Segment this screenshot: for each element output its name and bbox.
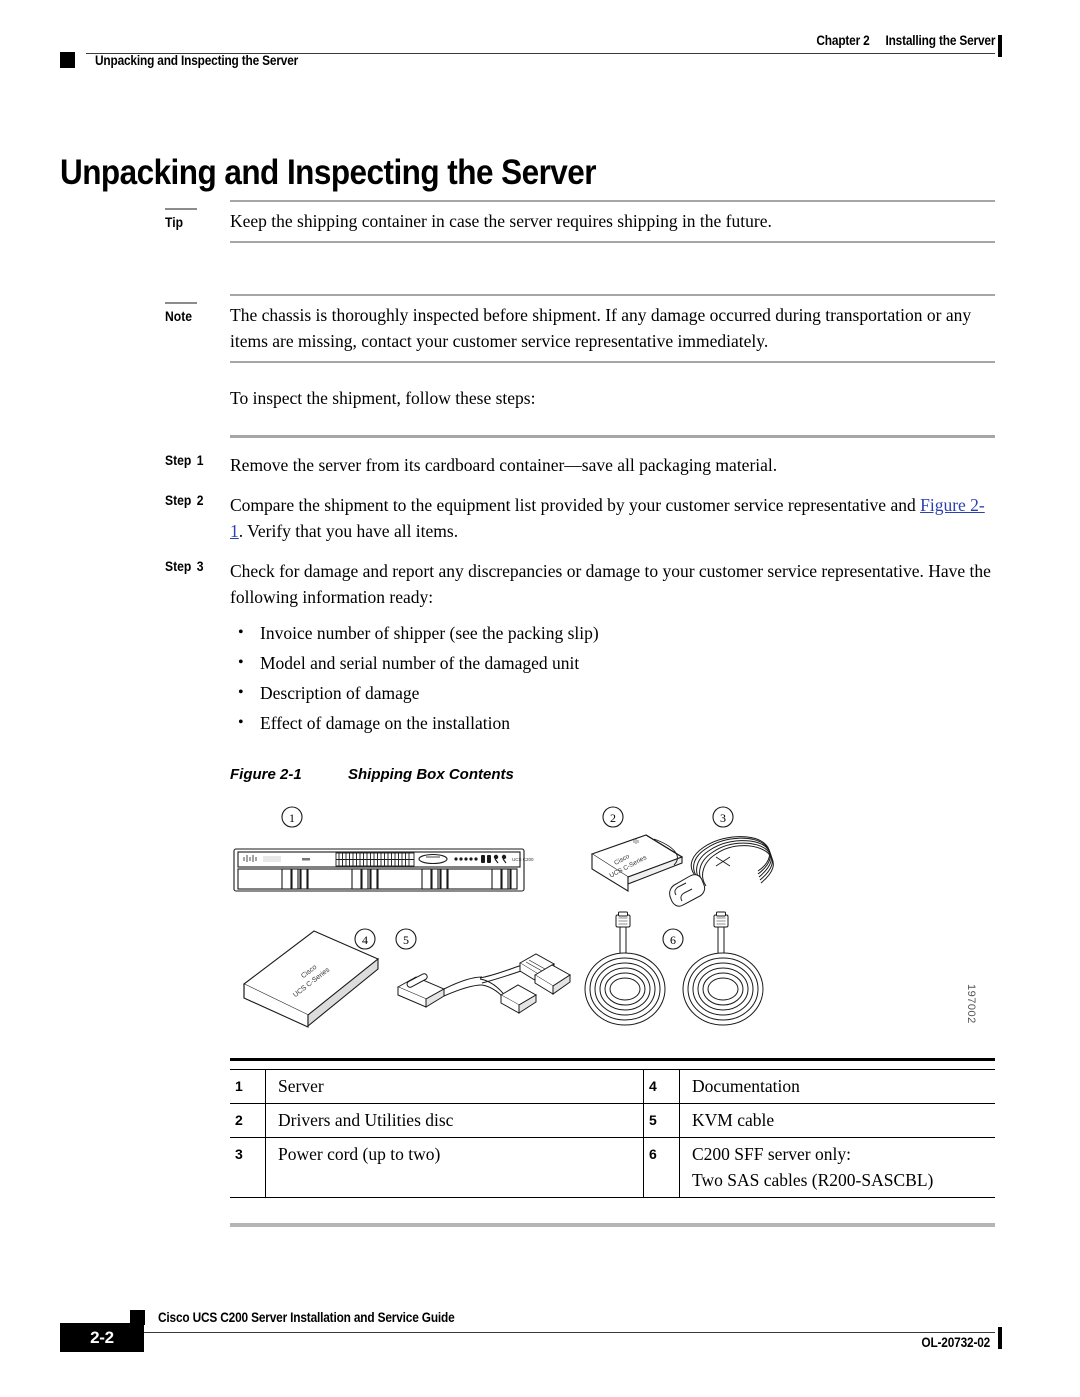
callout-6: 6 <box>670 933 676 947</box>
footer-doc-id: OL-20732-02 <box>921 1335 990 1350</box>
legend-num-4: 4 <box>643 1069 680 1104</box>
legend-top-rule <box>230 1058 995 1061</box>
damage-info-list: Invoice number of shipper (see the packi… <box>230 618 995 738</box>
table-row: 2 Drivers and Utilities disc 5 KVM cable <box>230 1103 995 1138</box>
legend-num-5: 5 <box>643 1103 680 1138</box>
footer-rule <box>86 1332 995 1333</box>
list-item: Model and serial number of the damaged u… <box>230 648 995 678</box>
footer-end-bar <box>998 1327 1002 1349</box>
step-1-text: Remove the server from its cardboard con… <box>230 455 778 475</box>
header-chapter-number: Chapter 2 <box>816 33 870 48</box>
step-3-text: Check for damage and report any discrepa… <box>230 561 991 607</box>
note-label-rule <box>165 302 197 304</box>
callout-2: 2 <box>610 811 616 825</box>
step-3-number: 3 <box>196 559 204 574</box>
note-admonition: Note The chassis is thoroughly inspected… <box>165 294 995 363</box>
legend-text-5: KVM cable <box>679 1103 995 1138</box>
callout-5: 5 <box>403 933 409 947</box>
table-row: 3 Power cord (up to two) 6 C200 SFF serv… <box>230 1137 995 1198</box>
note-label: Note <box>165 309 192 324</box>
header-chapter-info: Chapter 2 Installing the Server <box>816 33 995 48</box>
page-title: Unpacking and Inspecting the Server <box>60 153 597 193</box>
table-row: 1 Server 4 Documentation <box>230 1069 995 1104</box>
step-3-label-word: Step <box>165 559 192 574</box>
step-3-label: Step 3 <box>165 559 204 574</box>
header-chapter-title: Installing the Server <box>885 33 995 48</box>
figure-art-id: 197002 <box>965 984 977 1024</box>
figure-number: Figure 2-1 <box>230 766 302 783</box>
step-1-label: Step 1 <box>165 453 204 468</box>
tip-rule-bottom <box>230 241 995 243</box>
figure-artwork: UCS C200 Cisco UCS C-Series 1 2 3 4 5 6 … <box>230 799 995 1044</box>
tip-body: Keep the shipping container in case the … <box>230 211 772 231</box>
legend-num-1: 1 <box>230 1069 266 1104</box>
page-number-box: 2-2 <box>60 1323 144 1352</box>
step-2-label-word: Step <box>165 493 192 508</box>
header-section-title: Unpacking and Inspecting the Server <box>95 53 299 68</box>
note-rule-bottom <box>230 361 995 363</box>
header-square-marker-icon <box>60 52 75 68</box>
intro-paragraph: To inspect the shipment, follow these st… <box>230 388 536 408</box>
step-2-body: Compare the shipment to the equipment li… <box>230 492 995 544</box>
step-2-label: Step 2 <box>165 493 204 508</box>
server-model-label: UCS C200 <box>512 857 534 862</box>
step-2-text-after: . Verify that you have all items. <box>238 521 459 541</box>
legend-num-6: 6 <box>643 1137 680 1198</box>
page-header: Chapter 2 Installing the Server Unpacking… <box>0 0 1080 90</box>
step-2: Step 2 Compare the shipment to the equipm… <box>165 492 995 544</box>
step-1: Step 1 Remove the server from its cardboa… <box>165 452 995 478</box>
header-end-bar <box>998 35 1002 57</box>
legend-text-2: Drivers and Utilities disc <box>265 1103 644 1138</box>
procedure-end-rule <box>230 1223 995 1227</box>
figure-legend-table: 1 Server 4 Documentation 2 Drivers and U… <box>230 1069 995 1198</box>
list-item: Description of damage <box>230 678 995 708</box>
figure-caption: Figure 2-1 Shipping Box Contents <box>230 766 995 783</box>
footer-guide-title: Cisco UCS C200 Server Installation and S… <box>158 1310 455 1325</box>
page-footer: 2-2 Cisco UCS C200 Server Installation a… <box>0 1287 1080 1397</box>
callout-4: 4 <box>362 933 368 947</box>
legend-text-4: Documentation <box>679 1069 995 1104</box>
list-item: Effect of damage on the installation <box>230 708 995 738</box>
figure-block: Figure 2-1 Shipping Box Contents UCS C20… <box>230 766 995 1198</box>
legend-text-6-line1: C200 SFF server only: <box>692 1144 851 1164</box>
step-2-number: 2 <box>196 493 204 508</box>
legend-text-3: Power cord (up to two) <box>265 1137 644 1198</box>
step-1-body: Remove the server from its cardboard con… <box>230 452 995 478</box>
tip-label: Tip <box>165 215 183 230</box>
tip-label-rule <box>165 208 197 210</box>
callout-1: 1 <box>289 811 295 825</box>
page-content: Tip Keep the shipping container in case … <box>0 200 1080 1227</box>
step-1-label-word: Step <box>165 453 192 468</box>
list-item: Invoice number of shipper (see the packi… <box>230 618 995 648</box>
callout-3: 3 <box>720 811 726 825</box>
footer-square-marker-icon <box>130 1310 145 1325</box>
tip-admonition: Tip Keep the shipping container in case … <box>165 200 995 246</box>
legend-text-6: C200 SFF server only: Two SAS cables (R2… <box>679 1137 995 1198</box>
legend-num-3: 3 <box>230 1137 266 1198</box>
step-3: Step 3 Check for damage and report any di… <box>165 558 995 610</box>
legend-text-6-line2: Two SAS cables (R200-SASCBL) <box>692 1170 934 1190</box>
figure-caption-text: Shipping Box Contents <box>348 766 514 783</box>
note-body: The chassis is thoroughly inspected befo… <box>230 305 972 351</box>
step-1-number: 1 <box>196 453 204 468</box>
legend-num-2: 2 <box>230 1103 266 1138</box>
step-2-text: Compare the shipment to the equipment li… <box>230 495 921 515</box>
legend-text-1: Server <box>265 1069 644 1104</box>
step-3-body: Check for damage and report any discrepa… <box>230 558 995 610</box>
